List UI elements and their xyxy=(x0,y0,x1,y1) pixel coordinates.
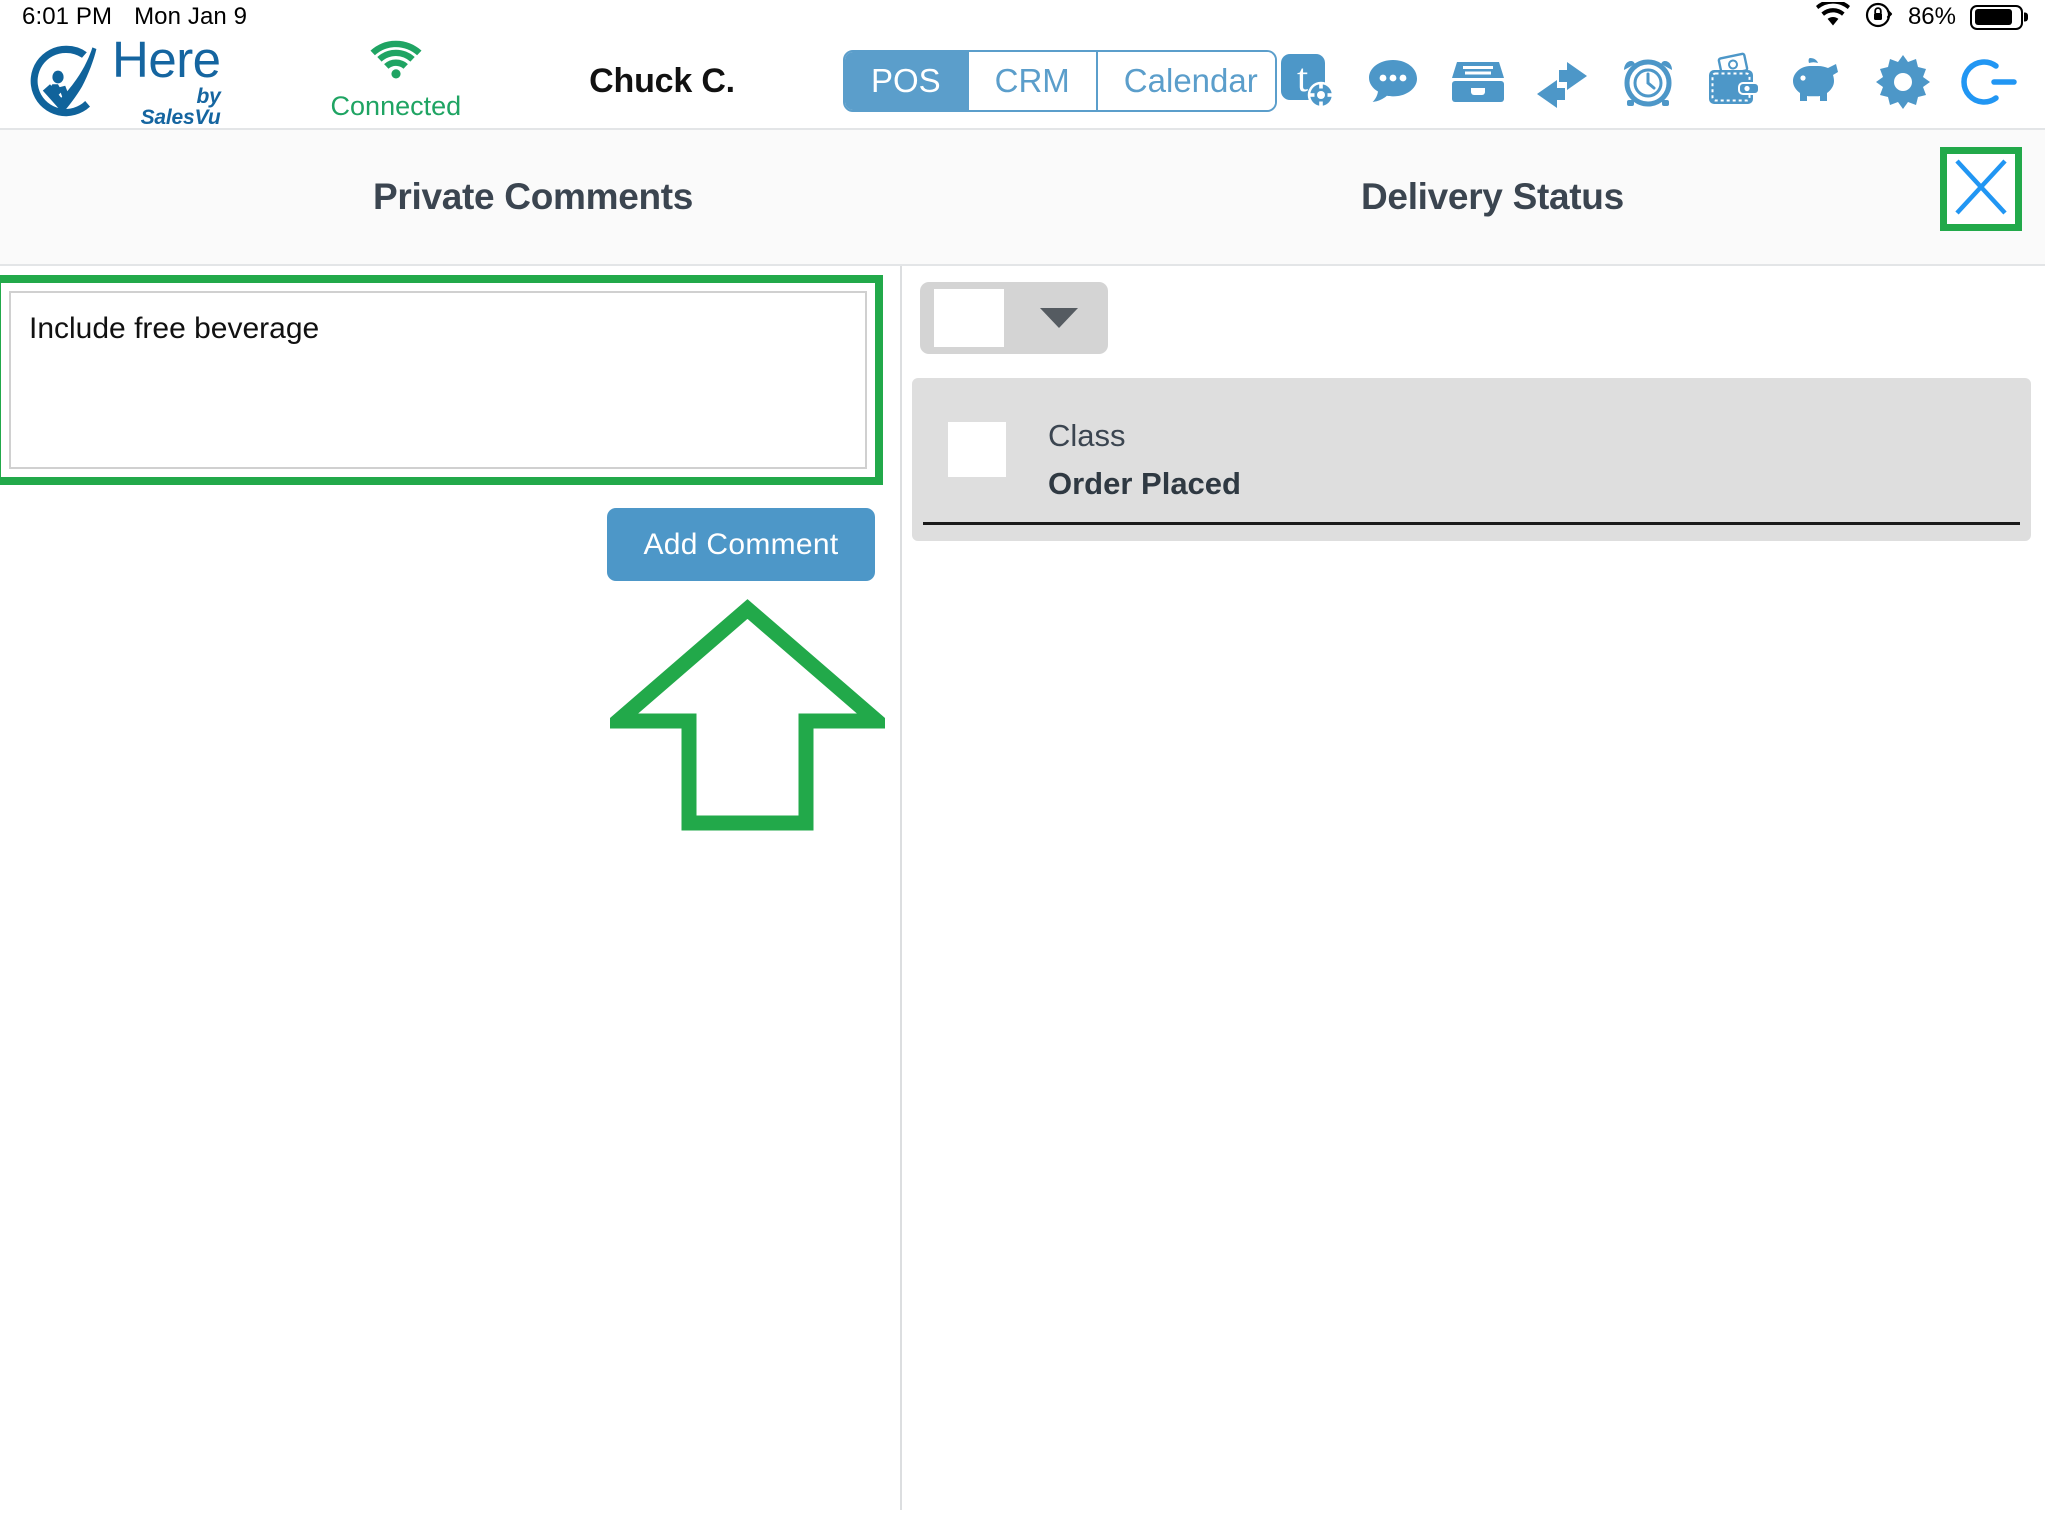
battery-icon xyxy=(1970,4,2023,30)
delivery-status-dropdown[interactable] xyxy=(920,282,1108,354)
status-bar-right: 86% xyxy=(1815,0,2023,35)
add-comment-button[interactable]: Add Comment xyxy=(607,508,875,581)
wallet-cash-icon[interactable] xyxy=(1702,50,1764,112)
up-arrow-annotation-icon xyxy=(597,597,898,837)
logout-icon[interactable] xyxy=(1957,50,2019,112)
ios-status-bar: 6:01 PM Mon Jan 9 86% xyxy=(0,0,2045,34)
status-bar-left: 6:01 PM Mon Jan 9 xyxy=(22,3,247,31)
card-color-swatch xyxy=(948,422,1006,477)
connection-label: Connected xyxy=(330,91,462,121)
comment-input[interactable] xyxy=(9,291,867,469)
private-comments-title: Private Comments xyxy=(373,176,694,217)
wifi-connected-icon xyxy=(313,40,480,89)
svg-text:t: t xyxy=(1297,55,1308,100)
chat-bubble-icon[interactable] xyxy=(1362,50,1424,112)
status-bar-date: Mon Jan 9 xyxy=(134,3,248,30)
comment-textarea-highlight xyxy=(0,275,883,485)
current-user-name[interactable]: Chuck C. xyxy=(589,62,735,101)
delivery-status-panel: Class Order Placed xyxy=(902,266,2045,1533)
card-underline xyxy=(923,522,2020,525)
file-drawer-icon[interactable] xyxy=(1447,50,1509,112)
gear-icon[interactable] xyxy=(1872,50,1934,112)
brand-logo[interactable]: Here by SalesVu xyxy=(26,34,221,128)
delivery-status-title: Delivery Status xyxy=(1361,176,1624,217)
connection-status: Connected xyxy=(313,40,480,122)
card-class-label: Class xyxy=(1048,418,1126,453)
card-order-status: Order Placed xyxy=(1048,466,1241,501)
status-bar-time: 6:01 PM xyxy=(22,3,113,30)
brand-wordmark: Here by SalesVu xyxy=(112,34,221,128)
tickets-settings-icon[interactable]: t xyxy=(1277,50,1339,112)
rotation-lock-icon xyxy=(1864,0,1894,35)
close-x-icon xyxy=(1951,156,2011,223)
transfer-arrows-icon[interactable] xyxy=(1532,50,1594,112)
delivery-status-card[interactable]: Class Order Placed xyxy=(912,378,2031,541)
tab-crm[interactable]: CRM xyxy=(968,52,1098,110)
panel-header-bar: Private Comments Delivery Status xyxy=(0,130,2045,266)
app-header: Here by SalesVu Connected Chuck C. POS C… xyxy=(0,34,2045,130)
main-nav-tabs: POS CRM Calendar xyxy=(842,50,1277,112)
battery-percentage: 86% xyxy=(1907,3,1956,30)
content-area: Add Comment Class Order Placed xyxy=(0,266,2045,1533)
piggy-bank-icon[interactable] xyxy=(1787,50,1849,112)
close-button[interactable] xyxy=(1940,147,2022,231)
tab-calendar[interactable]: Calendar xyxy=(1097,52,1275,110)
alarm-clock-icon[interactable] xyxy=(1617,50,1679,112)
wifi-icon xyxy=(1815,0,1850,33)
here-checkmark-logo-icon xyxy=(26,41,106,121)
header-toolbar: t xyxy=(1277,50,2019,112)
chevron-down-icon xyxy=(1040,308,1078,328)
brand-tagline: by SalesVu xyxy=(140,85,221,129)
private-comments-panel: Add Comment xyxy=(0,266,900,1533)
status-color-swatch xyxy=(934,289,1004,347)
tab-pos[interactable]: POS xyxy=(844,52,969,110)
brand-name: Here xyxy=(112,31,221,88)
